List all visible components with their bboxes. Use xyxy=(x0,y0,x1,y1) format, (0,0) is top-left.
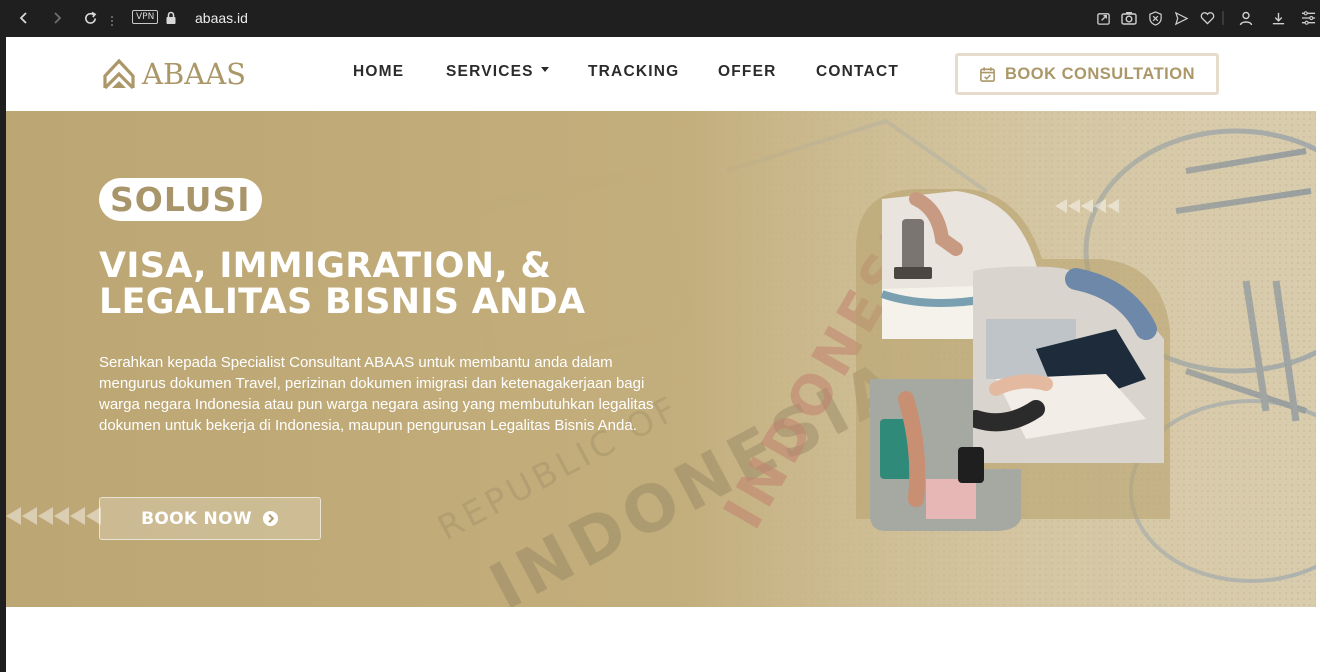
hero-section: REPUBLIC OF INDONESIA INDONESIA SOLUSI V… xyxy=(6,111,1316,607)
page-below-hero xyxy=(6,607,1320,672)
toolbar-separator xyxy=(110,12,114,30)
calendar-check-icon xyxy=(980,66,995,82)
book-now-button[interactable]: BOOK NOW xyxy=(99,497,321,540)
hero-title: VISA, IMMIGRATION, & LEGALITAS BISNIS AN… xyxy=(99,248,699,320)
share-icon[interactable] xyxy=(1094,9,1112,27)
chevron-down-icon xyxy=(540,67,549,73)
vpn-badge[interactable]: VPN xyxy=(132,10,159,24)
site-header: ABAAS HOME SERVICES TRACKING OFFER CONTA… xyxy=(6,37,1320,111)
lock-icon[interactable] xyxy=(162,9,180,27)
download-icon[interactable] xyxy=(1269,9,1287,27)
solusi-badge-text: SOLUSI xyxy=(110,179,251,219)
nav-services-label: SERVICES xyxy=(446,63,534,80)
photo-collage xyxy=(856,189,1170,531)
logo-text: ABAAS xyxy=(142,57,247,91)
reload-icon[interactable] xyxy=(81,9,99,27)
menu-icon[interactable] xyxy=(1299,9,1317,27)
forward-icon[interactable] xyxy=(48,9,66,27)
site-logo[interactable]: ABAAS xyxy=(102,57,246,91)
book-consultation-label: BOOK CONSULTATION xyxy=(1005,64,1195,83)
back-icon[interactable] xyxy=(15,9,33,27)
hero-title-line-2: LEGALITAS BISNIS ANDA xyxy=(99,282,586,322)
nav-offer[interactable]: OFFER xyxy=(718,63,777,81)
nav-tracking[interactable]: TRACKING xyxy=(588,63,679,81)
heart-icon[interactable] xyxy=(1198,9,1216,27)
book-consultation-button[interactable]: BOOK CONSULTATION xyxy=(955,53,1219,95)
profile-icon[interactable] xyxy=(1237,9,1255,27)
book-now-label: BOOK NOW xyxy=(141,508,252,529)
shield-icon[interactable] xyxy=(1146,9,1164,27)
nav-home[interactable]: HOME xyxy=(353,63,404,81)
solusi-badge: SOLUSI xyxy=(99,178,262,221)
camera-icon[interactable] xyxy=(1120,9,1138,27)
browser-toolbar: VPN abaas.id xyxy=(0,0,1320,37)
nav-services[interactable]: SERVICES xyxy=(446,63,549,81)
decor-arrows-right xyxy=(1055,199,1119,213)
nav-contact[interactable]: CONTACT xyxy=(816,63,899,81)
decor-arrows-left xyxy=(6,507,101,525)
send-icon[interactable] xyxy=(1172,9,1190,27)
page-root: VPN abaas.id ABAAS HOME SERVICES TRACKIN… xyxy=(0,0,1320,672)
hero-title-line-1: VISA, IMMIGRATION, & xyxy=(99,246,552,286)
arrow-circle-right-icon xyxy=(262,510,278,527)
address-bar[interactable]: abaas.id xyxy=(195,9,248,27)
logo-icon xyxy=(103,58,135,90)
hero-description: Serahkan kepada Specialist Consultant AB… xyxy=(99,354,654,434)
toolbar-separator-2 xyxy=(1221,9,1225,27)
